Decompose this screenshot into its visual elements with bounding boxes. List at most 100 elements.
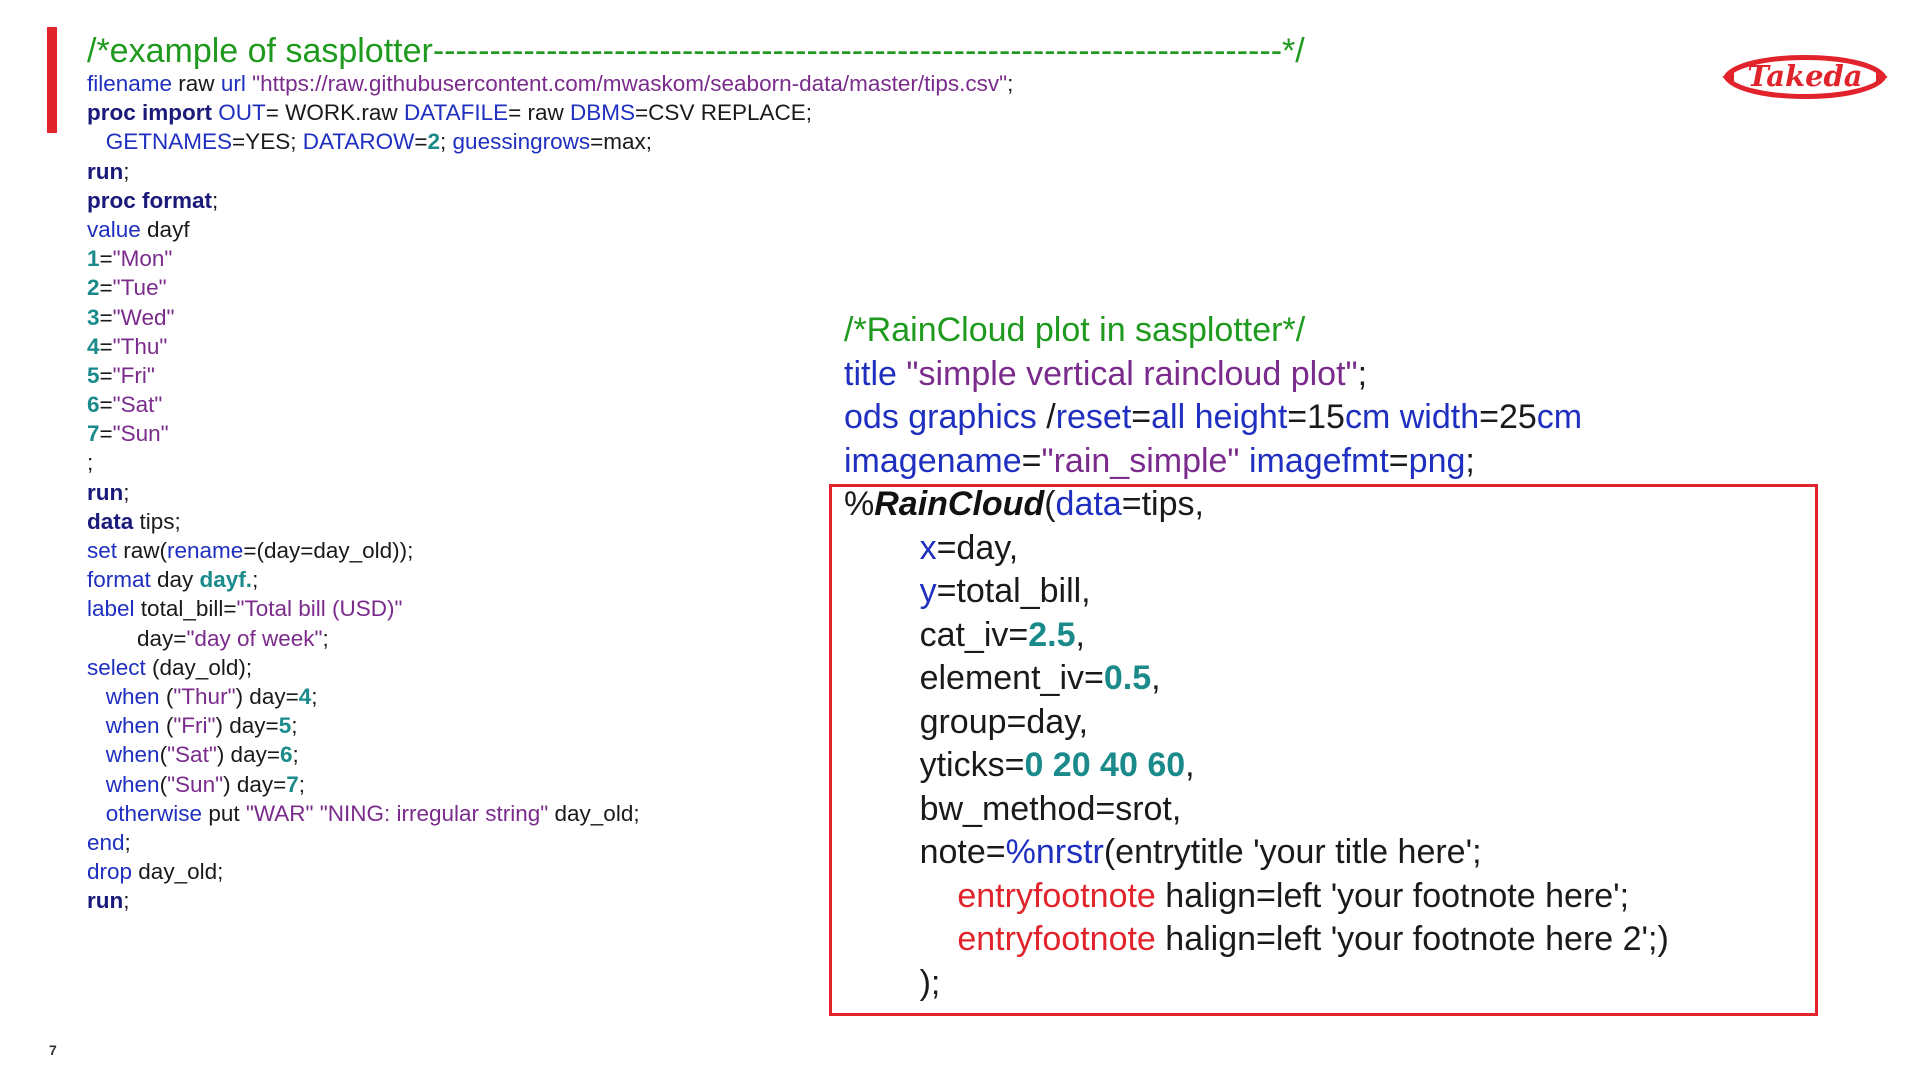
code-token: = [1021,441,1042,480]
code-token: end [87,829,125,855]
code-token: "Sun" [167,771,224,797]
code-line: filename raw url "https://raw.githubuser… [87,69,1305,98]
code-token: day_old; [132,859,224,885]
code-token: = [99,362,113,388]
code-token: total_bill= [134,596,237,622]
code-token: cm [1536,398,1583,436]
code-token: =25 [1479,398,1537,436]
code-token: "Total bill (USD)" [236,596,403,622]
code-token: ; [1465,441,1475,480]
code-token: = [1131,398,1152,436]
code-token: =max; [590,129,653,155]
code-line: imagename="rain_simple" imagefmt=png; [844,440,1669,484]
accent-bar [47,27,57,133]
code-token: dayf. [199,567,253,593]
code-line: /*example of sasplotter-----------------… [87,33,1305,69]
code-token: dayf [140,216,190,242]
code-token: filename [87,71,173,96]
code-token: = [99,304,113,330]
code-token: "Thu" [112,333,168,359]
code-token: ) day= [223,771,287,797]
code-token: "Fri" [173,713,216,739]
code-token: ) day= [215,713,279,739]
code-token: "https://raw.githubusercontent.com/mwask… [252,71,1008,96]
code-token: "Sun" [112,421,169,447]
code-token: ; [212,187,219,213]
code-token: day= [87,625,187,651]
code-token: OUT [218,100,266,126]
code-token: = raw [508,100,571,126]
code-line: proc format; [87,186,1305,215]
code-token: 6 [279,742,293,768]
code-token: = [99,421,113,447]
code-token: 7 [286,771,299,797]
code-token: set [87,538,118,563]
code-token: height [1194,398,1288,436]
code-token: title [844,354,897,393]
code-token: "Wed" [112,304,175,330]
code-token: run [87,158,124,184]
code-line: run; [87,157,1305,186]
code-line: ods graphics /reset=all height=15cm widt… [844,396,1669,440]
code-token: when [105,771,160,797]
code-token: = [1388,441,1409,480]
raincloud-call-highlight-box [829,484,1818,1016]
code-token: =(day=day_old)); [243,538,414,563]
code-token: 1 [87,246,100,272]
code-line: 2="Tue" [87,273,1305,302]
code-token: width [1399,398,1480,436]
code-token: = [99,333,113,359]
code-token: imagefmt [1248,441,1389,480]
code-token: ; [291,713,298,739]
code-token: GETNAMES [105,129,233,155]
code-token: "day of week" [186,625,323,651]
code-token: (day_old); [145,654,253,680]
code-token: ( [159,713,174,739]
code-token: =CSV REPLACE; [635,100,812,126]
code-token: value [87,216,141,242]
code-token: ; [311,683,318,709]
code-line: title "simple vertical raincloud plot"; [844,353,1669,397]
code-token: run [87,888,124,914]
code-token: / [1036,398,1056,436]
code-token: =15 [1287,398,1345,436]
code-token: = [414,129,428,155]
code-token: all [1151,398,1186,436]
code-token: format [87,567,151,593]
code-token: "simple vertical raincloud plot" [906,354,1358,393]
code-token: 6 [87,392,100,418]
page-number: 7 [49,1042,57,1058]
code-token: put [202,800,246,826]
code-token: raw( [117,538,168,563]
code-token: "Sat" [112,392,163,418]
code-token: ; [1007,71,1014,96]
logo-text: Takeda [1747,59,1863,93]
code-token: "Fri" [112,362,155,388]
code-token: 2 [87,275,100,301]
code-token: 3 [87,304,100,330]
code-token: label [87,596,135,622]
code-token: url [220,71,246,96]
code-token: "Tue" [112,275,167,301]
code-token: ) day= [216,742,280,768]
code-token: ; [123,479,130,505]
code-token: run [87,479,124,505]
code-token: DBMS [570,100,636,126]
code-token: otherwise [105,800,203,826]
code-token: = [99,246,113,272]
code-token: 4 [87,333,100,359]
code-token: drop [87,859,133,885]
code-token: = [99,392,113,418]
code-token: ods graphics [844,398,1037,436]
code-token: 5 [278,713,292,739]
code-line: /*RainCloud plot in sasplotter*/ [844,309,1669,353]
code-token: 7 [87,421,100,447]
code-token: ( [159,771,168,797]
code-token: ; [292,742,299,768]
code-token: ; [252,567,259,593]
